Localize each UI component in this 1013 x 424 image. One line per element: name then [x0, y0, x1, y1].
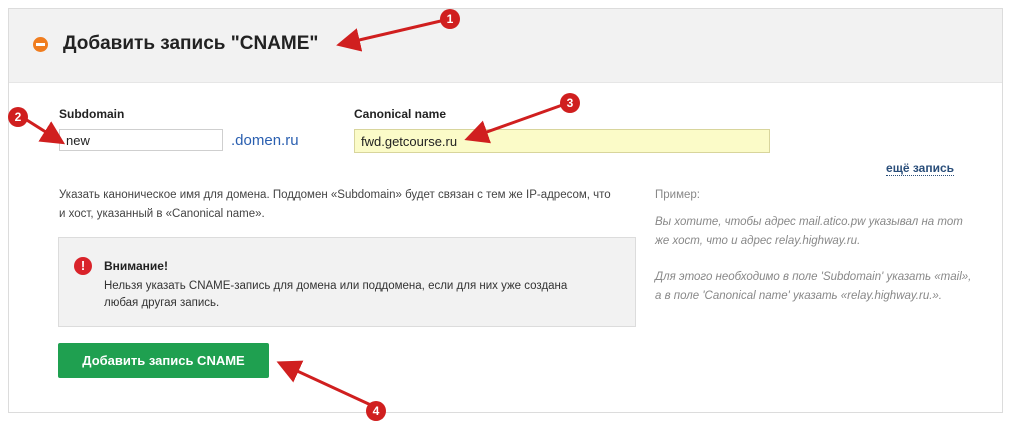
annotation-arrow-3 — [464, 101, 569, 144]
annotation-arrow-1 — [336, 18, 446, 52]
annotation-arrows — [21, 18, 569, 408]
annotation-marker-4: 4 — [366, 401, 386, 421]
annotation-arrow-2 — [21, 115, 66, 145]
annotation-marker-1: 1 — [440, 9, 460, 29]
annotation-marker-2: 2 — [8, 107, 28, 127]
annotation-arrow-4 — [276, 360, 374, 408]
annotation-marker-3: 3 — [560, 93, 580, 113]
